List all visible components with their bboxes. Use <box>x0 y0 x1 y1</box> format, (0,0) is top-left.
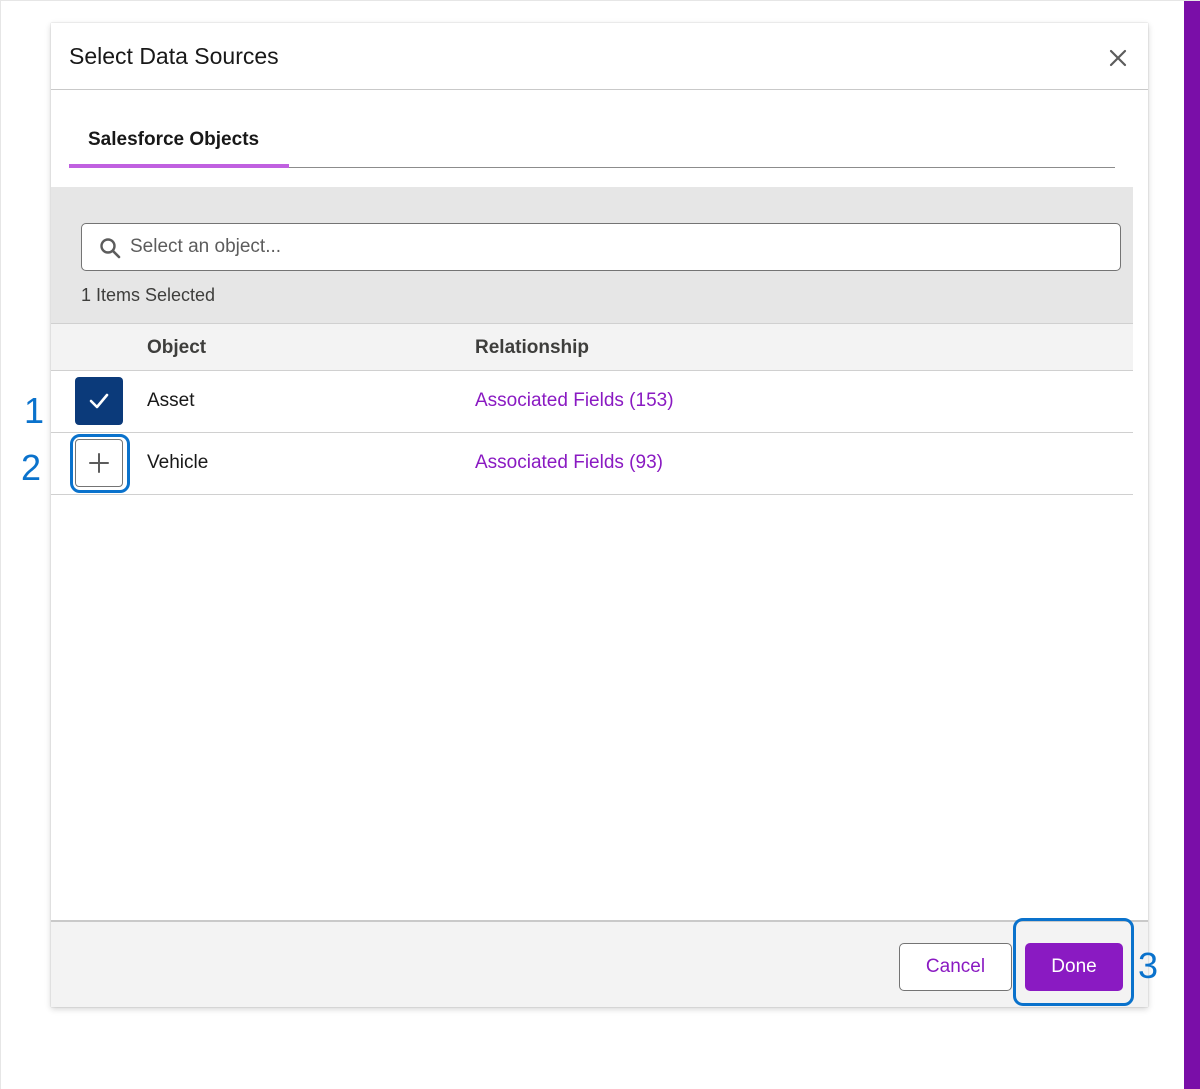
table-row: Vehicle Associated Fields (93) <box>51 433 1133 495</box>
modal-footer: Cancel Done <box>51 920 1148 1007</box>
close-icon <box>1109 49 1127 67</box>
search-input[interactable] <box>130 225 1110 269</box>
items-selected-count: 1 Items Selected <box>81 285 216 305</box>
column-header-relationship: Relationship <box>475 337 590 358</box>
tab-bar: Salesforce Objects <box>69 113 1115 168</box>
column-header-object: Object <box>147 337 207 358</box>
selected-checkbox-asset[interactable] <box>75 377 123 425</box>
callout-box-add-vehicle <box>70 434 130 493</box>
callout-number-2: 2 <box>21 447 42 488</box>
table-header: Object Relationship <box>51 323 1133 371</box>
modal-header: Select Data Sources <box>51 23 1148 90</box>
callout-number-3: 3 <box>1138 945 1159 986</box>
object-name: Vehicle <box>147 452 209 473</box>
modal-title: Select Data Sources <box>69 43 279 69</box>
cancel-button[interactable]: Cancel <box>899 943 1012 991</box>
tab-salesforce-objects[interactable]: Salesforce Objects <box>69 113 289 168</box>
close-button[interactable] <box>1105 45 1131 71</box>
tab-label: Salesforce Objects <box>88 129 260 150</box>
object-name: Asset <box>147 390 195 411</box>
search-box[interactable] <box>81 223 1121 271</box>
associated-fields-link[interactable]: Associated Fields (153) <box>475 390 674 412</box>
search-panel: 1 Items Selected <box>51 187 1133 323</box>
check-icon <box>89 393 109 409</box>
page: Select Data Sources Salesforce Objects S… <box>0 0 1200 1089</box>
associated-fields-link[interactable]: Associated Fields (93) <box>475 452 663 474</box>
search-icon <box>100 238 121 259</box>
callout-number-1: 1 <box>24 390 45 431</box>
table-row: Asset Associated Fields (153) <box>51 371 1133 433</box>
right-accent-bar <box>1184 1 1200 1089</box>
select-data-sources-modal: Select Data Sources Salesforce Objects S… <box>51 23 1148 1007</box>
callout-box-done <box>1013 918 1134 1006</box>
objects-table: Object Relationship Asset Associated Fie… <box>51 323 1133 495</box>
